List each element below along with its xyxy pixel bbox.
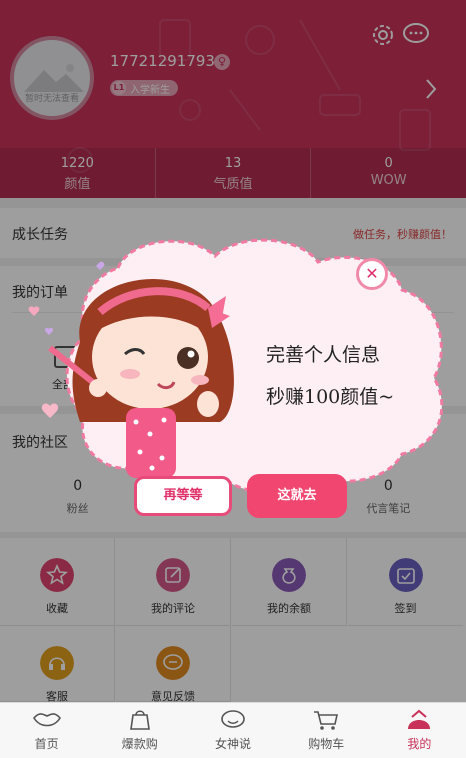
popup-line2: 秒赚100颜值~ (266, 386, 395, 408)
profile-page: 暂时无法查看 17721291793 ♀ L1 入学新生 1220 颜值 13 … (0, 0, 466, 758)
promo-popup: 完善个人信息 秒赚100颜值~ ✕ 再等等 这就去 (0, 0, 466, 757)
close-button[interactable]: ✕ (356, 258, 388, 290)
popup-line1: 完善个人信息 (266, 344, 381, 366)
go-button[interactable]: 这就去 (247, 474, 347, 518)
cartoon-girl-illustration (48, 278, 234, 478)
wait-button[interactable]: 再等等 (134, 476, 232, 516)
